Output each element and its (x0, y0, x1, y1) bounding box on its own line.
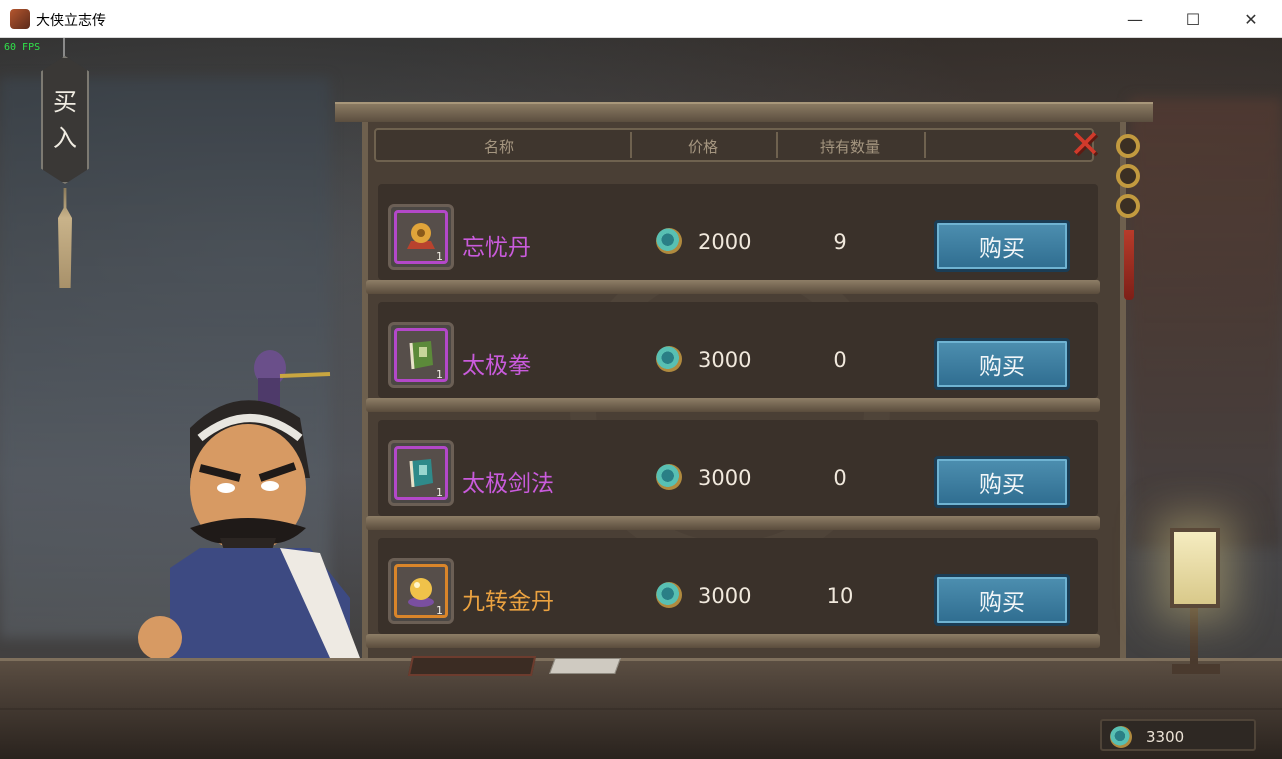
item-owned-count: 10 (826, 584, 854, 608)
coin-icon (1116, 194, 1140, 218)
item-quantity: 1 (436, 250, 443, 263)
shop-item-row: 1 太极剑法 3000 0 购买 (366, 420, 1100, 532)
lantern-icon (1170, 528, 1220, 608)
shop-item-row: 1 九转金丹 3000 10 购买 (366, 538, 1100, 650)
shelf-top-beam (335, 102, 1153, 122)
shop-header (374, 128, 1094, 162)
coin-icon (1116, 164, 1140, 188)
golden-pearl-icon (408, 578, 434, 607)
background-blur-right (1130, 98, 1282, 548)
teal-book-icon (409, 459, 433, 488)
pill-on-stand-icon (407, 223, 435, 249)
item-slot[interactable]: 1 (388, 204, 454, 270)
abacus-icon (407, 656, 537, 676)
buy-button[interactable]: 购买 (934, 220, 1070, 272)
buy-button-label: 购买 (979, 236, 1025, 262)
lantern-post (1190, 598, 1198, 670)
item-owned-count: 0 (833, 466, 847, 490)
column-header-price: 价格 (688, 138, 719, 156)
column-header-name: 名称 (484, 138, 515, 156)
app-icon (10, 9, 30, 29)
coin-chain-decoration (1116, 134, 1142, 224)
item-price: 3000 (698, 348, 752, 372)
currency-coin-icon (656, 228, 682, 254)
window-title: 大侠立志传 (36, 13, 106, 29)
item-name: 太极剑法 (462, 471, 554, 497)
buy-button[interactable]: 购买 (934, 574, 1070, 626)
item-name: 太极拳 (462, 353, 531, 379)
shelf-plank (366, 634, 1100, 648)
buy-button-label: 购买 (979, 354, 1025, 380)
item-quantity: 1 (436, 368, 443, 381)
column-header-owned: 持有数量 (820, 138, 881, 156)
red-tassel-icon (1124, 230, 1134, 300)
item-slot[interactable]: 1 (388, 322, 454, 388)
buy-sign-char-2: 入 (53, 124, 77, 152)
papers-icon (549, 658, 621, 674)
sign-string (63, 38, 65, 58)
currency-coin-icon (656, 346, 682, 372)
maximize-button[interactable]: ☐ (1164, 0, 1222, 38)
item-quantity: 1 (436, 486, 443, 499)
currency-coin-icon (1110, 726, 1132, 748)
counter-panels (0, 708, 1282, 759)
shop-close-button[interactable]: ✕ (1064, 124, 1106, 164)
item-slot[interactable]: 1 (388, 558, 454, 624)
window-close-button[interactable]: ✕ (1222, 0, 1280, 38)
currency-coin-icon (656, 582, 682, 608)
shop-item-row: 1 忘忧丹 2000 9 购买 (366, 184, 1100, 296)
header-divider (630, 132, 632, 158)
money-value: 3300 (1146, 728, 1185, 746)
item-owned-count: 0 (833, 348, 847, 372)
item-price: 3000 (698, 584, 752, 608)
buy-button[interactable]: 购买 (934, 456, 1070, 508)
buy-button-label: 购买 (979, 590, 1025, 616)
item-slot[interactable]: 1 (388, 440, 454, 506)
buy-tab-sign[interactable]: 买 入 (41, 56, 89, 184)
minimize-button[interactable]: — (1106, 0, 1164, 38)
item-name: 九转金丹 (462, 589, 554, 615)
lantern-base (1172, 664, 1220, 674)
coin-icon (1116, 134, 1140, 158)
fps-counter: 60 FPS (4, 42, 41, 53)
item-name: 忘忧丹 (462, 235, 531, 261)
shelf-plank (366, 280, 1100, 294)
shop-item-row: 1 太极拳 3000 0 购买 (366, 302, 1100, 414)
game-viewport: 60 FPS 买 入 名称 价格 持有数量 ✕ 1 忘忧丹 2000 9 购买 … (0, 38, 1282, 759)
shopkeeper-portrait (138, 350, 360, 658)
green-book-icon (409, 341, 433, 370)
item-price: 2000 (698, 230, 752, 254)
currency-coin-icon (656, 464, 682, 490)
item-owned-count: 9 (833, 230, 847, 254)
buy-button-label: 购买 (979, 472, 1025, 498)
item-quantity: 1 (436, 604, 443, 617)
window-titlebar: 大侠立志传 — ☐ ✕ (0, 0, 1282, 38)
shelf-plank (366, 516, 1100, 530)
header-divider (776, 132, 778, 158)
buy-sign-char-1: 买 (53, 88, 77, 116)
header-divider (924, 132, 926, 158)
buy-button[interactable]: 购买 (934, 338, 1070, 390)
shelf-plank (366, 398, 1100, 412)
item-price: 3000 (698, 466, 752, 490)
